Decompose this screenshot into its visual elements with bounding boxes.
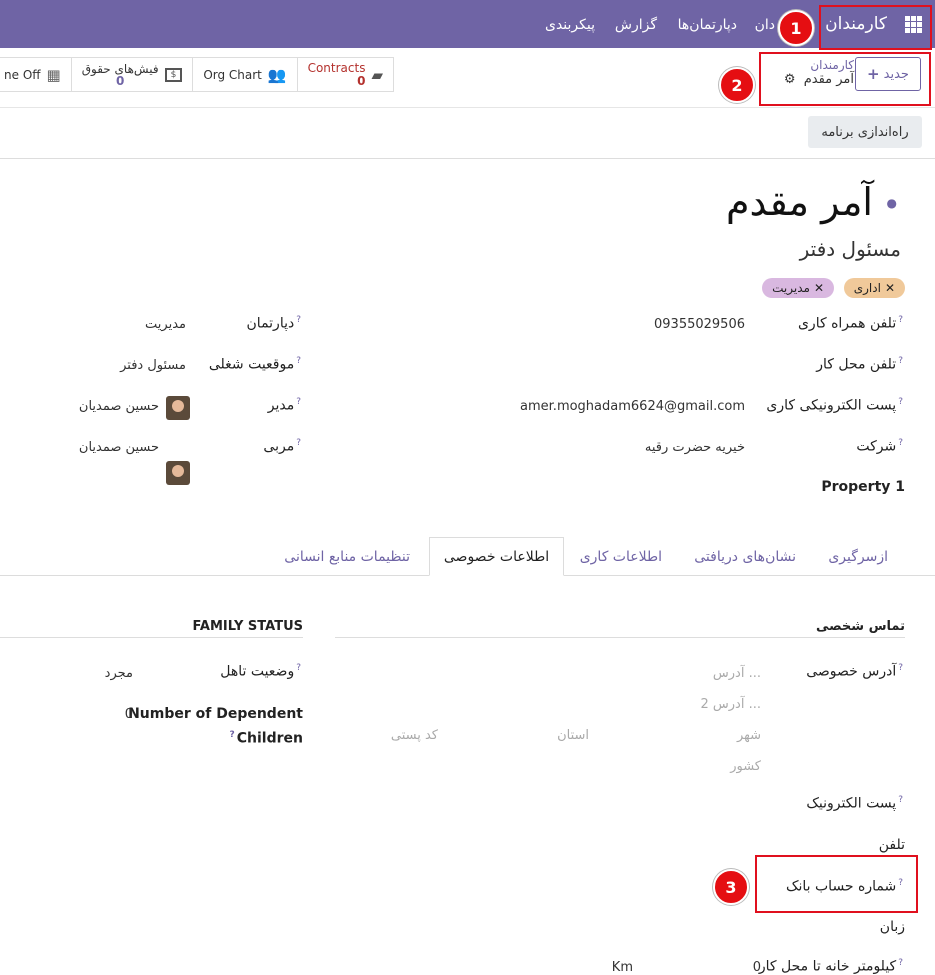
close-icon[interactable]: ✕ [885,281,895,295]
avatar [166,396,190,420]
nav-item-reporting[interactable]: گزارش [615,17,657,33]
work-email-label: پست الکترونیکی کاری? [766,397,903,414]
work-email-value[interactable]: amer.moghadam6624@gmail.com [520,399,745,414]
coach-value[interactable]: حسین صمدیان [79,440,159,455]
manager-label: مدیر? [267,397,301,414]
org-chart-smart-button[interactable]: Org Chart 👥 [192,58,296,91]
private-address-label: آدرس خصوصی? [806,663,903,680]
street2-input[interactable]: آدرس 2 ... [701,697,762,712]
tag-label: مدیریت [772,281,810,295]
smart-buttons: ne Off ▦ $ فیش‌های حقوق 0 Org Chart 👥 Co… [0,57,394,92]
org-chart-label: Org Chart [203,67,262,82]
launch-plan-button[interactable]: راه‌اندازی برنامه [808,116,922,148]
job-position-value[interactable]: مسئول دفتر [120,358,186,373]
private-email-label: پست الکترونیک? [806,795,903,812]
private-phone-label: تلفن [878,837,905,853]
contracts-smart-button[interactable]: Contracts 0 ▰ [296,58,393,91]
nav-item-employees[interactable]: دان [755,17,775,33]
employee-job-title[interactable]: مسئول دفتر [800,237,901,261]
tag-management: مدیریت ✕ [762,278,834,298]
company-label: شرکت? [856,438,903,455]
country-input[interactable]: کشور [730,759,761,774]
section-divider [0,637,303,638]
tab-work-information[interactable]: اطلاعات کاری [580,549,662,565]
company-value[interactable]: خیریه حضرت رقیه [645,440,745,455]
tab-hr-settings[interactable]: تنظیمات منابع انسانی [284,549,410,565]
annotation-marker-1: 1 [778,10,814,46]
contracts-label: Contracts [307,60,366,75]
tab-private-information[interactable]: اطلاعات خصوصی [429,537,564,576]
calendar-icon: ▦ [46,65,61,84]
employee-name[interactable]: آمر مقدم [726,180,873,224]
work-mobile-value[interactable]: 09355029506 [654,317,745,332]
manager-value[interactable]: حسین صمدیان [79,399,159,414]
marital-status-label: وضعیت تاهل? [220,663,301,680]
contracts-count: 0 [357,73,366,88]
tag-label: اداری [853,281,881,295]
payslips-count: 0 [115,73,125,88]
job-position-label: موقعیت شغلی? [208,356,301,373]
annotation-marker-2: 2 [719,67,755,103]
annotation-marker-3: 3 [713,869,749,905]
time-off-label: ne Off [4,67,41,82]
language-label: زبان [879,919,905,935]
highlight-box-bank [755,855,918,913]
highlight-box-app [819,5,932,50]
dependent-children-value[interactable]: 0 [125,707,133,722]
nav-item-departments[interactable]: دپارتمان‌ها [678,17,737,33]
book-icon: ▰ [371,65,383,84]
payslips-smart-button[interactable]: $ فیش‌های حقوق 0 [70,58,193,91]
family-status-title: FAMILY STATUS [192,619,303,634]
zip-input[interactable]: کد پستی [391,728,438,743]
tab-resume[interactable]: ازسرگیری [828,549,888,565]
time-off-smart-button[interactable]: ne Off ▦ [0,58,71,91]
state-input[interactable]: استان [557,728,589,743]
tab-badges[interactable]: نشان‌های دریافتی [694,549,796,565]
city-input[interactable]: شهر [737,728,761,743]
street-input[interactable]: آدرس ... [713,666,761,681]
home-work-distance-label: کیلومتر خانه تا محل کار? [758,958,903,975]
home-work-distance-value[interactable]: 0 [753,960,761,975]
money-icon: $ [164,67,183,82]
tag-administrative: اداری ✕ [843,278,905,298]
chat-icon[interactable]: ● [887,196,897,210]
avatar [166,461,190,485]
coach-label: مربی? [263,438,301,455]
work-phone-label: تلفن محل کار? [816,356,903,373]
department-value[interactable]: مدیریت [145,317,186,332]
highlight-box-breadcrumb [759,52,931,106]
close-icon[interactable]: ✕ [814,281,824,295]
section-divider [335,637,905,638]
nav-item-configuration[interactable]: پیکربندی [545,17,595,33]
marital-status-value[interactable]: مجرد [105,666,133,681]
work-mobile-label: تلفن همراه کاری? [797,315,903,332]
distance-unit: Km [611,960,633,975]
users-icon: 👥 [267,65,287,84]
department-label: دپارتمان? [246,315,301,332]
private-contact-title: تماس شخصی [815,619,905,634]
dependent-children-label: Number of Dependent ? Children [128,706,303,747]
control-panel-divider [0,107,935,108]
property-1-label: Property 1 [821,479,905,495]
